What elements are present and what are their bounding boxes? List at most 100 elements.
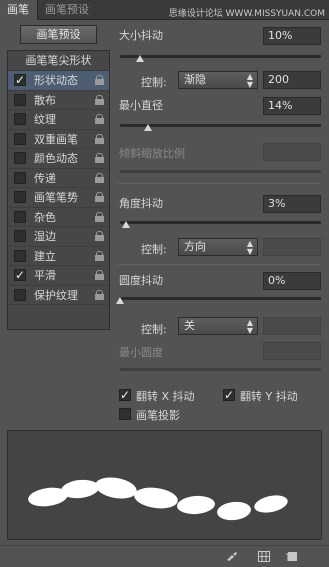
brush-option-label: 湿边 — [34, 230, 56, 243]
brush-option-item[interactable]: 画笔笔势 — [8, 188, 109, 208]
brush-option-checkbox[interactable] — [14, 249, 26, 262]
new-preset-icon[interactable] — [286, 551, 298, 562]
brush-option-item[interactable]: 散布 — [8, 91, 109, 110]
brush-option-checkbox[interactable] — [14, 171, 26, 184]
lock-icon[interactable] — [95, 231, 104, 242]
min-diameter-value[interactable]: 14% — [263, 97, 321, 115]
brush-option-item[interactable]: 纹理 — [8, 110, 109, 130]
tilt-scale-value — [263, 143, 321, 161]
angle-jitter-slider[interactable] — [120, 221, 321, 224]
brush-option-label: 杂色 — [34, 210, 56, 224]
updown-arrow-icon: ▲ ▼ — [246, 318, 253, 335]
brush-projection-label: 画笔投影 — [136, 409, 180, 422]
roundness-control-select[interactable]: 关 ▲ ▼ — [178, 317, 258, 335]
grid-icon[interactable] — [258, 551, 270, 562]
min-roundness-value — [263, 342, 321, 360]
brush-option-label: 传递 — [34, 171, 56, 185]
brush-option-checkbox[interactable] — [14, 230, 26, 242]
brush-option-checkbox[interactable] — [14, 288, 26, 301]
brush-option-label: 双重画笔 — [34, 132, 78, 146]
bottom-toolbar — [0, 545, 329, 567]
lock-icon[interactable] — [95, 94, 104, 106]
flip-y-checkbox[interactable]: ✓ — [223, 389, 235, 401]
lock-icon[interactable] — [95, 114, 104, 125]
angle-jitter-value[interactable]: 3% — [263, 195, 321, 213]
roundness-jitter-slider[interactable] — [120, 297, 321, 300]
updown-arrow-icon: ▲ ▼ — [246, 72, 253, 89]
brush-option-checkbox[interactable] — [14, 210, 26, 223]
brush-option-item[interactable]: 双重画笔 — [8, 130, 109, 149]
flip-y-label: 翻转 Y 抖动 — [240, 390, 298, 403]
lock-icon[interactable] — [95, 270, 104, 281]
brush-option-item[interactable]: 杂色 — [8, 208, 109, 227]
brush-option-item[interactable]: ✓ 平滑 — [8, 266, 109, 286]
brush-option-item[interactable]: 建立 — [8, 247, 109, 266]
brush-option-label: 建立 — [34, 249, 56, 263]
brush-option-label: 保护纹理 — [34, 288, 78, 302]
lock-icon[interactable] — [95, 172, 104, 184]
size-control-select[interactable]: 渐隐 ▲ ▼ — [178, 71, 258, 89]
brush-option-checkbox[interactable] — [14, 132, 26, 145]
brush-projection-checkbox[interactable] — [119, 408, 131, 420]
toggle-live-tip-icon[interactable] — [226, 551, 238, 562]
tilt-scale-slider — [120, 170, 321, 173]
size-jitter-value[interactable]: 10% — [263, 27, 321, 45]
lock-icon[interactable] — [95, 75, 104, 86]
brush-presets-button[interactable]: 画笔预设 — [20, 25, 97, 44]
watermark: 思缘设计论坛 WWW.MISSYUAN.COM — [168, 9, 325, 19]
lock-icon[interactable] — [95, 133, 104, 145]
roundness-control-label: 控制: — [141, 323, 167, 336]
min-diameter-label: 最小直径 — [119, 99, 163, 112]
size-control-option: 渐隐 — [184, 73, 206, 86]
roundness-control-option: 关 — [184, 319, 195, 332]
brush-option-label: 纹理 — [34, 113, 56, 126]
brush-option-checkbox[interactable] — [14, 93, 26, 106]
brush-option-checkbox[interactable] — [14, 191, 26, 203]
min-diameter-slider-thumb[interactable] — [144, 124, 153, 131]
brush-option-checkbox[interactable]: ✓ — [14, 74, 26, 86]
brush-tip-shape-item[interactable]: 画笔笔尖形状 — [8, 51, 109, 71]
size-jitter-label: 大小抖动 — [119, 29, 163, 42]
brush-panel: 画笔 画笔预设 思缘设计论坛 WWW.MISSYUAN.COM 画笔预设 画笔笔… — [0, 0, 329, 567]
size-control-fade-steps[interactable]: 200 — [263, 71, 321, 89]
angle-jitter-slider-thumb[interactable] — [122, 221, 131, 228]
angle-jitter-label: 角度抖动 — [119, 197, 163, 210]
brush-option-label: 画笔笔势 — [34, 191, 78, 204]
roundness-jitter-label: 圆度抖动 — [119, 274, 163, 287]
brush-option-item[interactable]: ✓ 形状动态 — [8, 71, 109, 91]
lock-icon[interactable] — [95, 153, 104, 164]
brush-option-label: 平滑 — [34, 269, 56, 282]
size-control-label: 控制: — [141, 76, 167, 89]
brush-option-label: 形状动态 — [34, 74, 78, 87]
min-roundness-slider — [120, 368, 321, 371]
brush-option-item[interactable]: 颜色动态 — [8, 149, 109, 169]
tab-bar: 画笔 画笔预设 思缘设计论坛 WWW.MISSYUAN.COM — [0, 0, 329, 20]
roundness-jitter-slider-thumb[interactable] — [116, 297, 124, 304]
divider — [118, 183, 321, 184]
angle-control-select[interactable]: 方向 ▲ ▼ — [178, 238, 258, 256]
min-roundness-label: 最小圆度 — [119, 346, 163, 359]
lock-icon[interactable] — [95, 289, 104, 301]
brush-option-item[interactable]: 湿边 — [8, 227, 109, 247]
brush-option-checkbox[interactable]: ✓ — [14, 269, 26, 281]
flip-x-checkbox[interactable]: ✓ — [119, 389, 131, 401]
lock-icon[interactable] — [95, 192, 104, 203]
angle-control-label: 控制: — [141, 243, 167, 256]
stroke-preview-graphic — [28, 477, 288, 521]
brush-option-checkbox[interactable] — [14, 113, 26, 125]
tab-brush[interactable]: 画笔 — [0, 0, 38, 20]
angle-control-option: 方向 — [184, 240, 206, 253]
size-jitter-slider[interactable] — [120, 55, 321, 58]
stroke-preview — [7, 430, 322, 540]
brush-option-label: 颜色动态 — [34, 152, 78, 165]
angle-control-value — [263, 238, 321, 256]
lock-icon[interactable] — [95, 250, 104, 262]
size-jitter-slider-thumb[interactable] — [136, 55, 145, 62]
roundness-jitter-value[interactable]: 0% — [263, 272, 321, 290]
lock-icon[interactable] — [95, 211, 104, 223]
brush-option-item[interactable]: 保护纹理 — [8, 286, 109, 305]
brush-option-item[interactable]: 传递 — [8, 169, 109, 188]
tab-brush-presets[interactable]: 画笔预设 — [38, 0, 96, 20]
brush-option-checkbox[interactable] — [14, 152, 26, 164]
divider — [118, 264, 321, 265]
